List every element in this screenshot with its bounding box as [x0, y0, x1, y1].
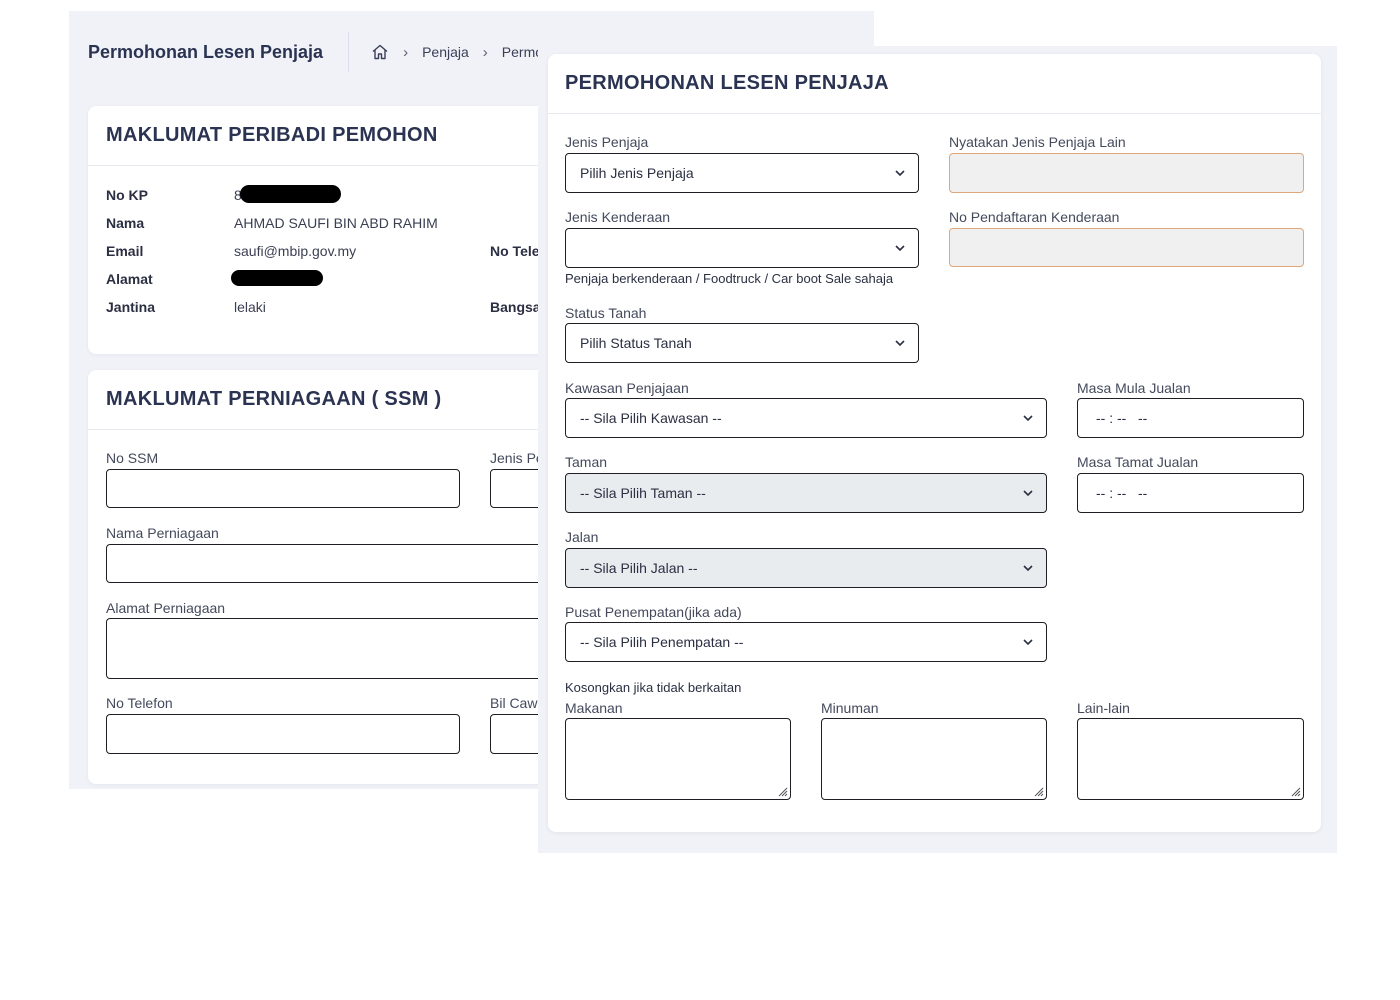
chevron-down-icon — [895, 340, 905, 347]
chevron-down-icon — [895, 245, 905, 252]
jenis-perniagaan-label: Jenis Pe — [490, 450, 538, 466]
chevron-down-icon — [1023, 565, 1033, 572]
background-content: MAKLUMAT PERIBADI PEMOHON No KP 8 Nama A… — [0, 0, 538, 1000]
bil-cawangan-label: Bil Caw — [490, 695, 538, 711]
jenis-kenderaan-label: Jenis Kenderaan — [565, 209, 671, 225]
makanan-textarea[interactable] — [565, 718, 791, 800]
bil-cawangan-input[interactable] — [490, 714, 538, 754]
no-telefon-input[interactable] — [106, 714, 460, 754]
personal-info-card: MAKLUMAT PERIBADI PEMOHON No KP 8 Nama A… — [88, 106, 538, 354]
resize-grip-icon[interactable] — [1032, 785, 1044, 797]
kosongkan-note: Kosongkan jika tidak berkaitan — [565, 680, 742, 695]
masa-tamat-input[interactable]: -- : -- -- — [1077, 473, 1304, 513]
redaction-mark — [240, 185, 341, 203]
no-ssm-input[interactable] — [106, 469, 460, 508]
chevron-down-icon — [895, 170, 905, 177]
alamat-label: Alamat — [106, 271, 153, 287]
minuman-label: Minuman — [821, 700, 879, 716]
chevron-down-icon — [1023, 415, 1033, 422]
alamat-perniagaan-label: Alamat Perniagaan — [106, 600, 226, 616]
masa-tamat-label: Masa Tamat Jualan — [1077, 454, 1199, 470]
chevron-down-icon — [1023, 639, 1033, 646]
email-label: Email — [106, 243, 144, 259]
jenis-penjaja-value: Pilih Jenis Penjaja — [580, 165, 694, 181]
status-tanah-value: Pilih Status Tanah — [580, 335, 692, 351]
lain-lain-label: Lain-lain — [1077, 700, 1130, 716]
no-ssm-label: No SSM — [106, 450, 159, 466]
masa-tamat-value: -- : -- -- — [1096, 485, 1148, 501]
email-value: saufi@mbip.gov.my — [234, 243, 357, 259]
kawasan-value: -- Sila Pilih Kawasan -- — [580, 410, 722, 426]
jenis-penjaja-lain-label: Nyatakan Jenis Penjaja Lain — [949, 134, 1126, 150]
permohonan-modal: PERMOHONAN LESEN PENJAJA Jenis Penjaja P… — [548, 54, 1321, 832]
kenderaan-help-text: Penjaja berkenderaan / Foodtruck / Car b… — [565, 271, 894, 286]
kawasan-select[interactable]: -- Sila Pilih Kawasan -- — [565, 398, 1047, 438]
jalan-label: Jalan — [565, 529, 599, 545]
nama-label: Nama — [106, 215, 145, 231]
jenis-penjaja-lain-input[interactable] — [949, 153, 1304, 193]
jenis-kenderaan-select[interactable] — [565, 228, 919, 268]
minuman-textarea[interactable] — [821, 718, 1047, 800]
alamat-perniagaan-input[interactable] — [106, 618, 538, 679]
chevron-down-icon — [1023, 490, 1033, 497]
status-tanah-label: Status Tanah — [565, 305, 647, 321]
redaction-mark — [231, 270, 323, 286]
status-tanah-select[interactable]: Pilih Status Tanah — [565, 323, 919, 363]
nama-perniagaan-label: Nama Perniagaan — [106, 525, 219, 541]
resize-grip-icon[interactable] — [776, 785, 788, 797]
jantina-value: lelaki — [234, 299, 266, 315]
nama-perniagaan-input[interactable] — [106, 544, 538, 583]
no-kp-label: No KP — [106, 187, 148, 203]
jantina-label: Jantina — [106, 299, 156, 315]
jenis-penjaja-select[interactable]: Pilih Jenis Penjaja — [565, 153, 919, 193]
jenis-penjaja-label: Jenis Penjaja — [565, 134, 649, 150]
bangsa-label: Bangsa — [490, 299, 538, 315]
taman-label: Taman — [565, 454, 608, 470]
kawasan-label: Kawasan Penjajaan — [565, 380, 689, 396]
jalan-value: -- Sila Pilih Jalan -- — [580, 560, 698, 576]
pusat-penempatan-value: -- Sila Pilih Penempatan -- — [580, 634, 744, 650]
taman-select[interactable]: -- Sila Pilih Taman -- — [565, 473, 1047, 513]
pusat-penempatan-label: Pusat Penempatan(jika ada) — [565, 604, 742, 620]
jenis-perniagaan-input[interactable] — [490, 469, 538, 508]
resize-grip-icon[interactable] — [1289, 785, 1301, 797]
modal-title: PERMOHONAN LESEN PENJAJA — [548, 54, 1321, 114]
masa-mula-input[interactable]: -- : -- -- — [1077, 398, 1304, 438]
makanan-label: Makanan — [565, 700, 623, 716]
no-pendaftaran-label: No Pendaftaran Kenderaan — [949, 209, 1120, 225]
jalan-select[interactable]: -- Sila Pilih Jalan -- — [565, 548, 1047, 588]
masa-mula-label: Masa Mula Jualan — [1077, 380, 1191, 396]
no-telefon-label: No Telefon — [106, 695, 173, 711]
nama-value: AHMAD SAUFI BIN ABD RAHIM — [234, 215, 438, 231]
pusat-penempatan-select[interactable]: -- Sila Pilih Penempatan -- — [565, 622, 1047, 662]
no-pendaftaran-input[interactable] — [949, 228, 1304, 267]
business-info-card: MAKLUMAT PERNIAGAAN ( SSM ) No SSM Jenis… — [88, 370, 538, 784]
no-tel-label: No Tele — [490, 243, 538, 259]
taman-value: -- Sila Pilih Taman -- — [580, 485, 706, 501]
business-info-title: MAKLUMAT PERNIAGAAN ( SSM ) — [88, 370, 538, 430]
lain-lain-textarea[interactable] — [1077, 718, 1304, 800]
personal-info-title: MAKLUMAT PERIBADI PEMOHON — [88, 106, 538, 166]
masa-mula-value: -- : -- -- — [1096, 410, 1148, 426]
